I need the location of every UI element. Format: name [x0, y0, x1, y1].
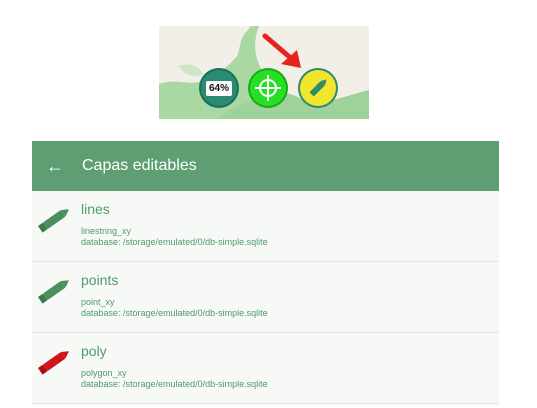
- pencil-icon: [309, 79, 327, 97]
- layer-details: polygon_xy database: /storage/emulated/0…: [81, 368, 268, 390]
- pencil-icon: [37, 209, 69, 233]
- layer-type: polygon_xy: [81, 368, 127, 378]
- list-item-points[interactable]: points point_xy database: /storage/emula…: [32, 262, 499, 333]
- app-bar: ← Capas editables: [32, 141, 499, 191]
- list-item-poly[interactable]: poly polygon_xy database: /storage/emula…: [32, 333, 499, 404]
- pencil-icon: [37, 280, 69, 304]
- layer-name: points: [81, 272, 119, 288]
- layer-database: database: /storage/emulated/0/db-simple.…: [81, 379, 268, 389]
- editable-layers-panel: ← Capas editables lines linestring_xy da…: [32, 141, 499, 406]
- map-snippet: 64%: [159, 26, 369, 119]
- layer-details: linestring_xy database: /storage/emulate…: [81, 226, 268, 248]
- layer-type: linestring_xy: [81, 226, 132, 236]
- zoom-level-label: 64%: [205, 80, 232, 96]
- back-button[interactable]: ←: [46, 157, 66, 175]
- layer-database: database: /storage/emulated/0/db-simple.…: [81, 308, 268, 318]
- edit-mode-button[interactable]: [300, 70, 336, 106]
- zoom-level-badge[interactable]: 64%: [201, 70, 237, 106]
- pencil-icon: [37, 351, 69, 375]
- gps-button[interactable]: [250, 70, 286, 106]
- list-item-lines[interactable]: lines linestring_xy database: /storage/e…: [32, 191, 499, 262]
- layer-type: point_xy: [81, 297, 115, 307]
- arrow-left-icon: ←: [46, 156, 64, 176]
- layer-name: lines: [81, 201, 110, 217]
- layer-database: database: /storage/emulated/0/db-simple.…: [81, 237, 268, 247]
- layer-name: poly: [81, 343, 107, 359]
- crosshair-icon: [255, 75, 281, 101]
- layer-details: point_xy database: /storage/emulated/0/d…: [81, 297, 268, 319]
- red-arrow-icon: [262, 33, 301, 68]
- page-title: Capas editables: [82, 157, 197, 174]
